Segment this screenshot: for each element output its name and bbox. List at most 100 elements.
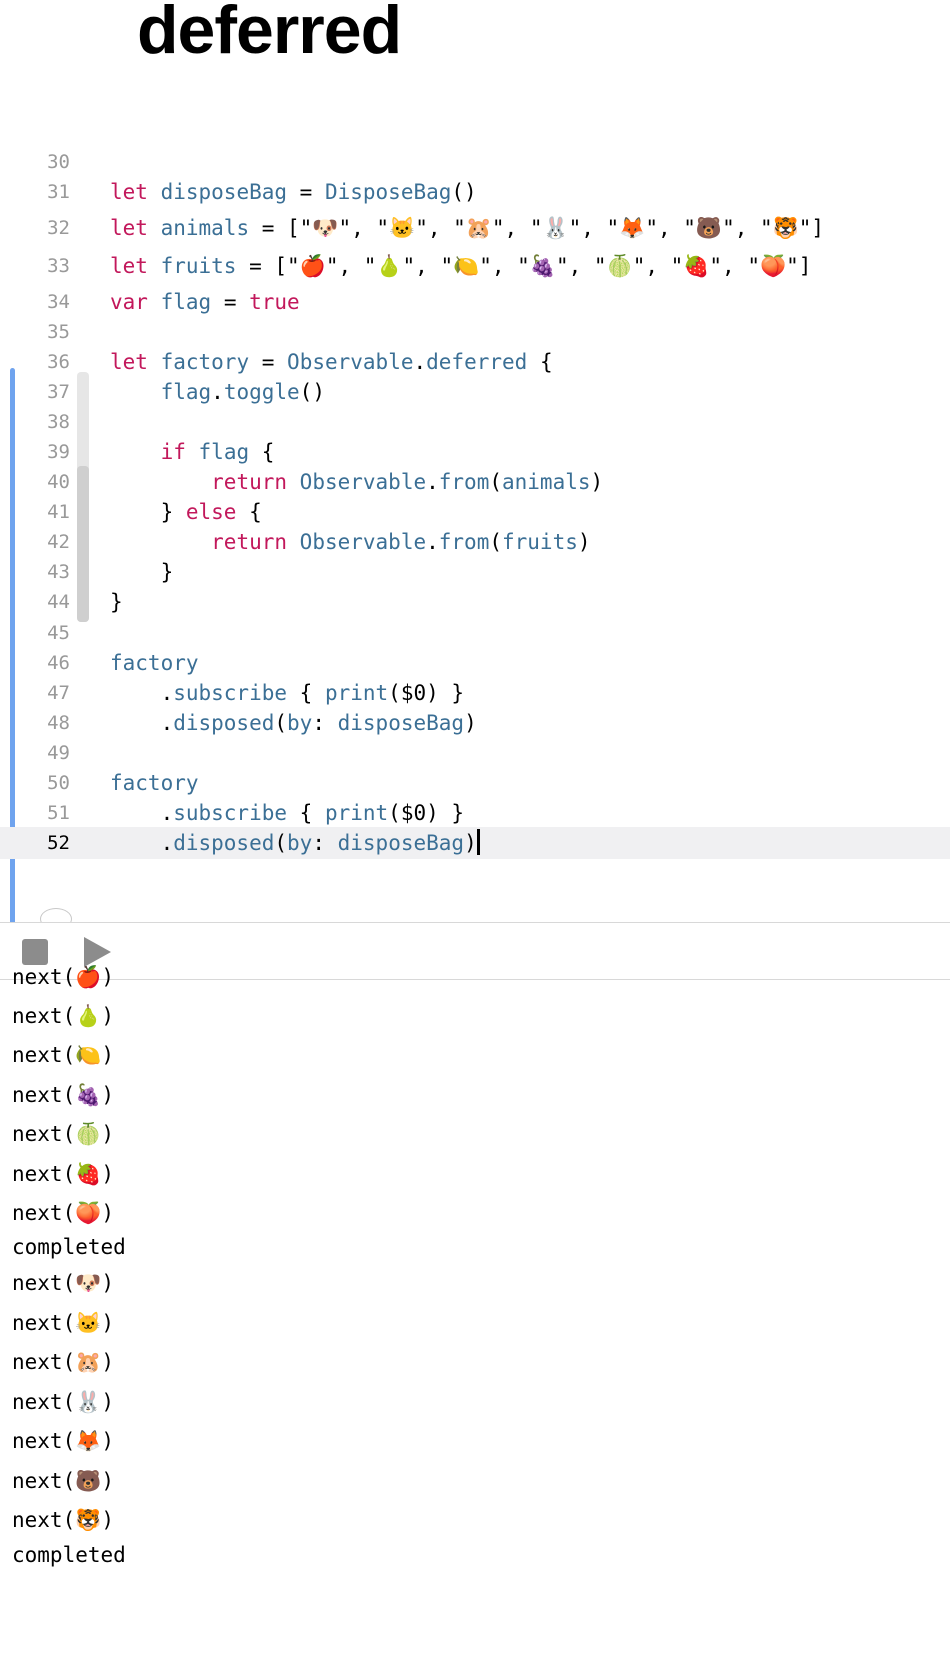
code-text: .subscribe { print($0) }	[110, 677, 464, 709]
code-text: } else {	[110, 496, 262, 528]
code-text: factory	[110, 767, 199, 799]
code-token: }	[110, 500, 186, 524]
code-token: =	[211, 290, 250, 314]
line-number: 52	[47, 832, 70, 854]
code-token: {	[236, 500, 262, 524]
code-token: .	[110, 801, 174, 825]
line-number: 51	[47, 802, 70, 824]
code-token: factory	[160, 350, 250, 374]
code-token: .	[110, 711, 174, 735]
code-line[interactable]: 40 return Observable.from(animals)	[0, 466, 950, 498]
code-token: (	[489, 470, 502, 494]
code-line[interactable]: 32 let animals = ["🐶", "🐱", "🐹", "🐰", "🦊"…	[0, 212, 950, 244]
console-line: next(🐱)	[12, 1311, 115, 1335]
code-text: }	[110, 556, 174, 588]
code-text: factory	[110, 647, 199, 679]
debug-toolbar	[0, 922, 950, 980]
code-line[interactable]: 42 return Observable.from(fruits)	[0, 526, 950, 558]
line-number: 42	[47, 531, 70, 553]
code-token: let	[110, 180, 148, 204]
code-token: .	[110, 831, 174, 855]
code-token: deferred	[426, 350, 528, 374]
code-token: :	[312, 711, 338, 735]
code-text: var flag = true	[110, 286, 300, 318]
code-token: disposeBag	[337, 831, 465, 855]
code-text: return Observable.from(animals)	[110, 466, 603, 498]
line-number: 46	[47, 652, 70, 674]
code-token: by	[287, 711, 313, 735]
code-line[interactable]: 48 .disposed(by: disposeBag)	[0, 707, 950, 739]
console-line: completed	[12, 1543, 126, 1567]
code-line[interactable]: 44}	[0, 586, 950, 618]
code-line[interactable]: 30	[0, 146, 950, 178]
console-output: next(🍎) next(🍐) next(🍋) next(🍇) next(🍈) next(…	[0, 965, 950, 1664]
code-line[interactable]: 43 }	[0, 556, 950, 588]
code-token: from	[438, 470, 490, 494]
code-line[interactable]: 31 let disposeBag = DisposeBag()	[0, 176, 950, 208]
code-token: let	[110, 254, 148, 278]
code-token: {	[287, 801, 325, 825]
line-number: 37	[47, 381, 70, 403]
code-line[interactable]: 47 .subscribe { print($0) }	[0, 677, 950, 709]
code-token: let	[110, 350, 148, 374]
code-token: flag	[198, 440, 250, 464]
code-token: =	[249, 350, 288, 374]
line-number: 36	[47, 351, 70, 373]
code-token: (	[274, 831, 288, 855]
code-token: return	[211, 530, 288, 554]
code-line[interactable]: 37 flag.toggle()	[0, 376, 950, 408]
code-token: disposeBag	[337, 711, 465, 735]
console-line: next(🐰)	[12, 1390, 115, 1414]
code-token: .	[110, 681, 174, 705]
code-token: animals	[502, 470, 591, 494]
text-cursor	[476, 829, 480, 855]
code-editor[interactable]: 30 31 let disposeBag = DisposeBag() 32 let a…	[0, 0, 950, 930]
code-token: ($0) }	[388, 681, 465, 705]
code-token: )	[464, 711, 477, 735]
console-line: next(🍋)	[12, 1043, 115, 1067]
code-token: DisposeBag	[324, 180, 452, 204]
line-number: 47	[47, 682, 70, 704]
code-token: var	[110, 290, 148, 314]
code-line[interactable]: 50 factory	[0, 767, 950, 799]
code-line[interactable]: 36 let factory = Observable.deferred {	[0, 346, 950, 378]
code-token: fruits	[502, 530, 578, 554]
code-token: true	[249, 290, 300, 314]
code-token: disposeBag	[160, 180, 288, 204]
code-line[interactable]: 52 .disposed(by: disposeBag)	[0, 827, 950, 859]
code-token: = ["🐶", "🐱", "🐹", "🐰", "🦊", "🐻", "🐯"]	[249, 216, 825, 240]
code-token: )	[590, 470, 604, 494]
code-line[interactable]: 34 var flag = true	[0, 286, 950, 318]
code-line[interactable]: 46 factory	[0, 647, 950, 679]
code-token: from	[438, 530, 490, 554]
console-line: next(🍑)	[12, 1201, 115, 1225]
code-token: fruits	[160, 254, 237, 278]
code-token: toggle	[223, 380, 300, 404]
code-line[interactable]: 38	[0, 406, 950, 438]
code-token: else	[185, 500, 237, 524]
code-line[interactable]: 41 } else {	[0, 496, 950, 528]
console-line: next(🍐)	[12, 1004, 115, 1028]
console-line: next(🐻)	[12, 1469, 115, 1493]
code-token: =	[287, 180, 325, 204]
code-line[interactable]: 51 .subscribe { print($0) }	[0, 797, 950, 829]
code-line[interactable]: 45	[0, 617, 950, 649]
code-token: ($0) }	[388, 801, 465, 825]
code-line[interactable]: 35	[0, 316, 950, 348]
line-number: 33	[47, 255, 70, 277]
code-token: .	[426, 470, 439, 494]
code-line[interactable]: 33 let fruits = ["🍎", "🍐", "🍋", "🍇", "🍈",…	[0, 250, 950, 282]
code-line[interactable]: 39 if flag {	[0, 436, 950, 468]
code-token: subscribe	[173, 681, 288, 705]
code-token: by	[287, 831, 313, 855]
code-line[interactable]: 49	[0, 737, 950, 769]
code-token: let	[110, 216, 148, 240]
line-number: 38	[47, 411, 70, 433]
code-text: if flag {	[110, 436, 275, 468]
